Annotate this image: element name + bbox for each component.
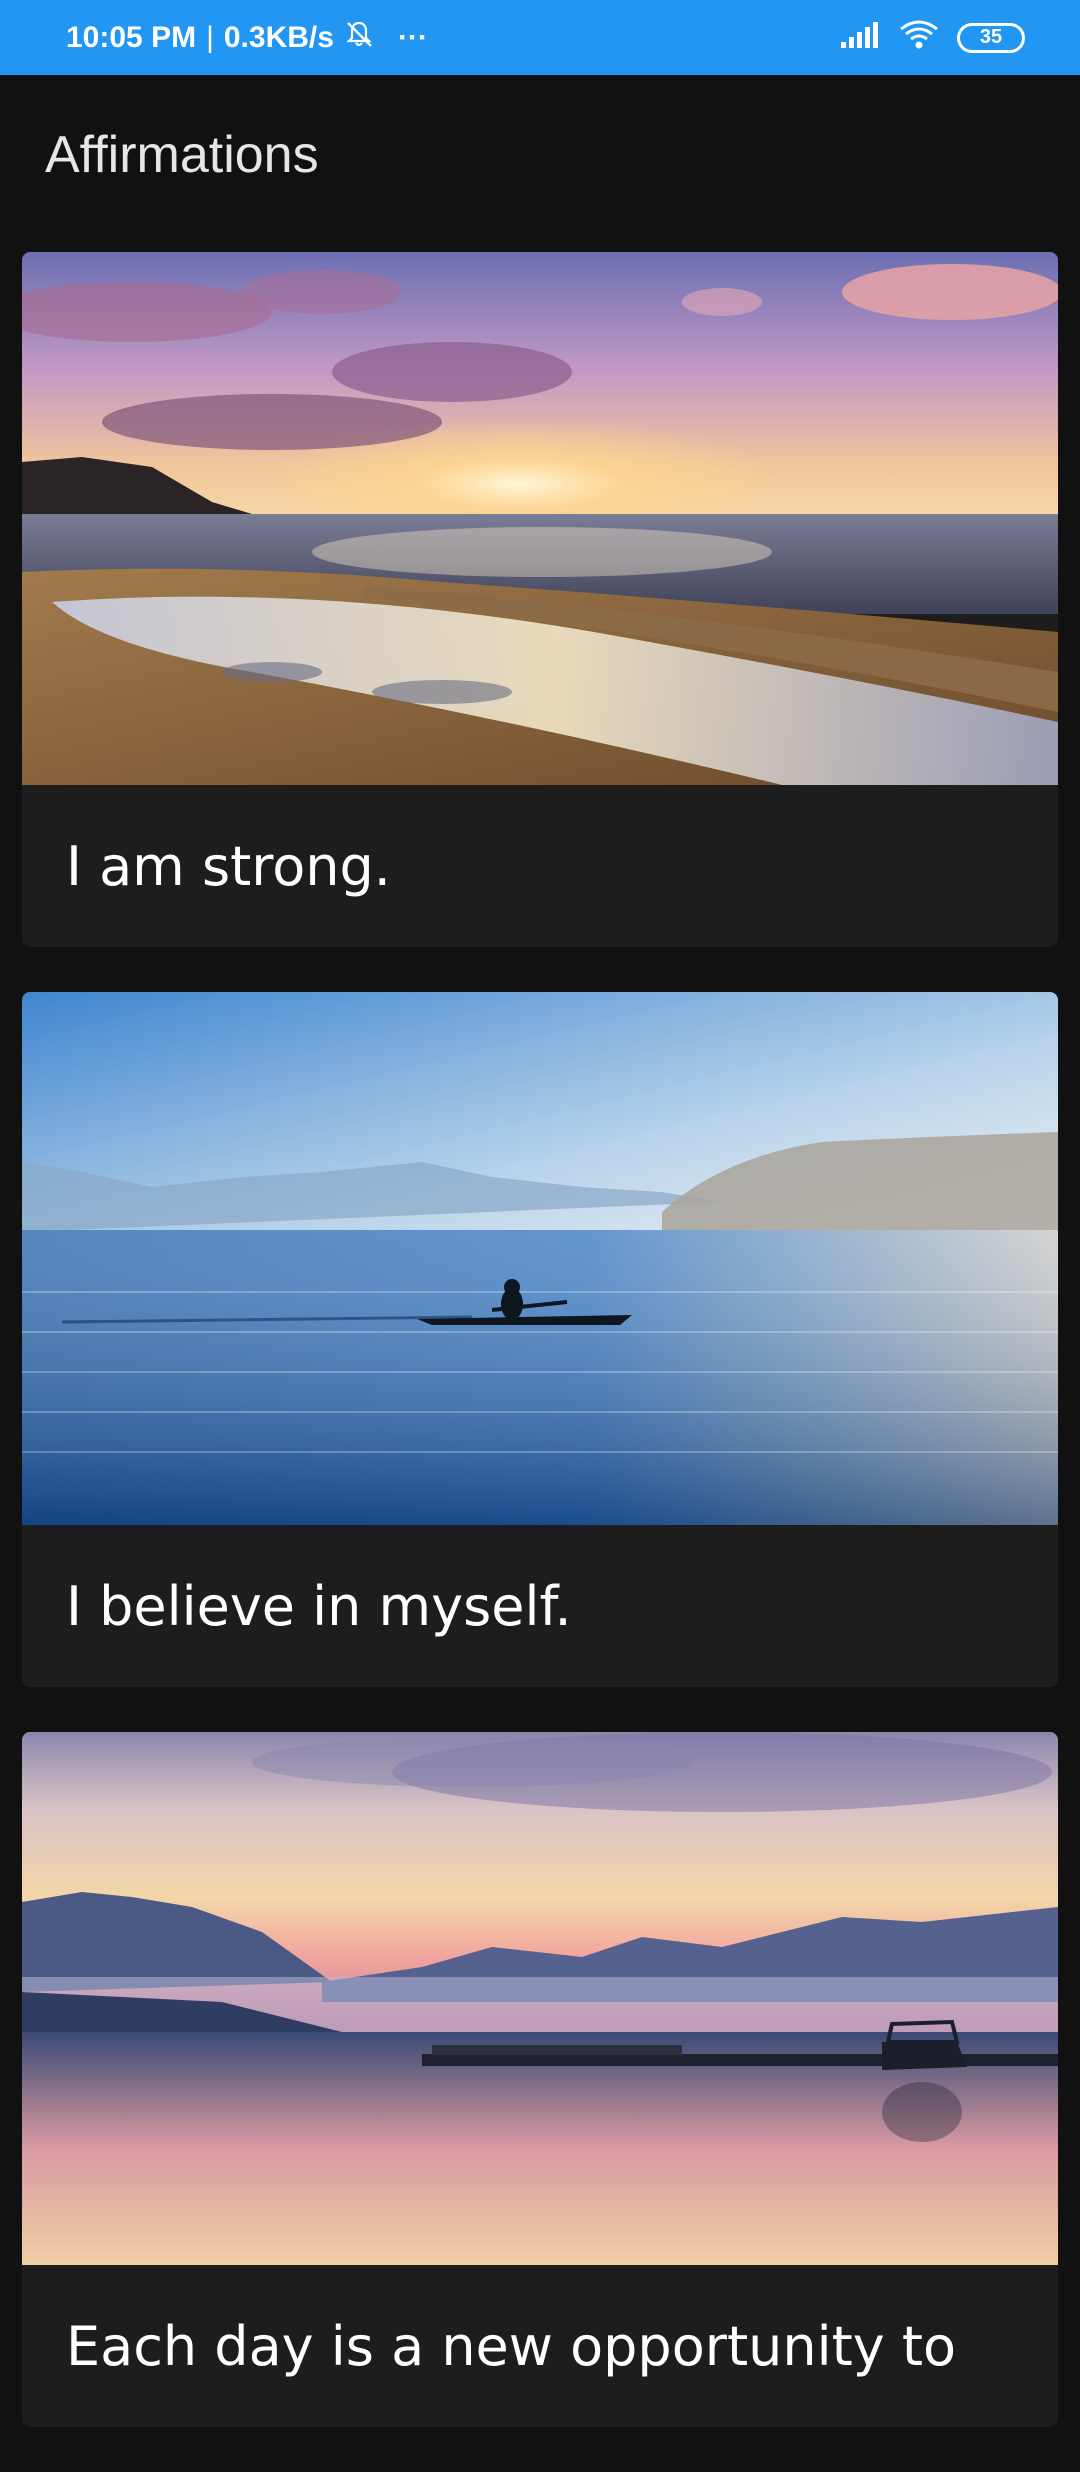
- status-separator: |: [206, 20, 214, 54]
- wifi-icon: [897, 19, 941, 56]
- status-time: 10:05 PM: [66, 20, 197, 54]
- affirmation-text: I am strong.: [66, 834, 391, 898]
- affirmations-list[interactable]: I am strong. I believe in myself. Each d…: [22, 252, 1058, 2472]
- affirmation-card[interactable]: I believe in myself.: [22, 992, 1058, 1687]
- status-bar: 10:05 PM | 0.3KB/s ··· 35: [0, 0, 1080, 75]
- app-bar: Affirmations: [0, 75, 1080, 235]
- status-right: 35: [839, 19, 1025, 56]
- beach-sunset-image: [22, 252, 1058, 785]
- signal-icon: [839, 20, 881, 55]
- lake-kayak-image: [22, 992, 1058, 1525]
- status-left: 10:05 PM | 0.3KB/s ···: [66, 19, 428, 57]
- affirmation-text: Each day is a new opportunity to: [66, 2314, 957, 2378]
- battery-level: 35: [979, 26, 1003, 48]
- status-more: ···: [397, 20, 428, 54]
- page-title: Affirmations: [45, 126, 319, 184]
- battery-icon: 35: [957, 22, 1025, 53]
- affirmation-card[interactable]: I am strong.: [22, 252, 1058, 947]
- status-net-speed: 0.3KB/s: [223, 20, 334, 54]
- affirmation-text: I believe in myself.: [66, 1574, 572, 1638]
- mute-bell-icon: [344, 19, 374, 57]
- affirmation-card[interactable]: Each day is a new opportunity to: [22, 1732, 1058, 2427]
- mountain-lake-dock-image: [22, 1732, 1058, 2265]
